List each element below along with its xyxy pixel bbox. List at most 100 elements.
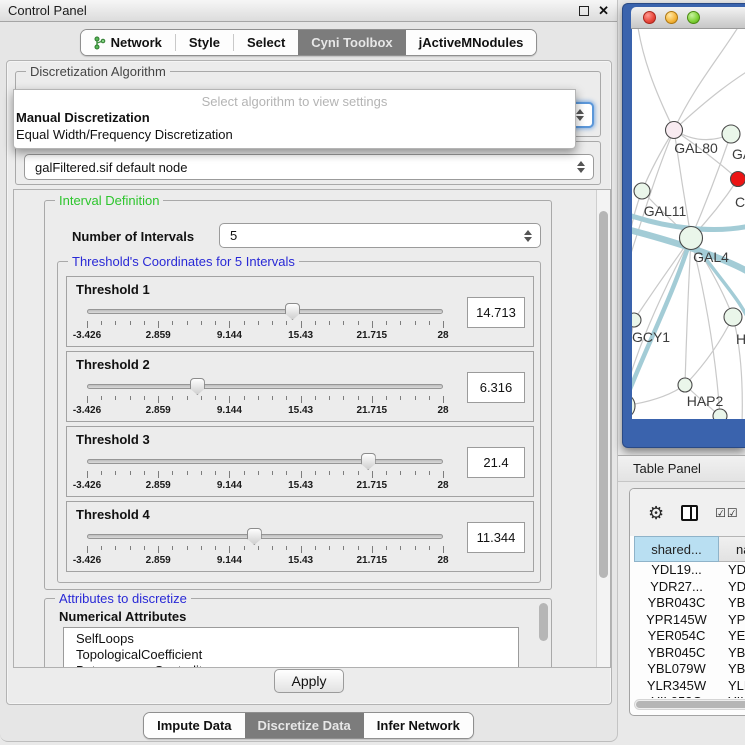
tab-cyni-toolbox[interactable]: Cyni Toolbox	[298, 30, 405, 55]
network-node-gal80[interactable]	[666, 122, 683, 139]
column-layout-icon[interactable]	[681, 505, 698, 521]
slider-track[interactable]	[87, 459, 443, 464]
slider-thumb[interactable]	[285, 303, 300, 320]
table-cell[interactable]: YDL19...	[634, 562, 719, 579]
table-row[interactable]: YDR27...YDR2	[634, 579, 745, 596]
dropdown-item-manual-discretization[interactable]: Manual Discretization	[14, 109, 575, 126]
table-cell[interactable]: YLR345W	[634, 678, 719, 695]
tab-infer-network[interactable]: Infer Network	[364, 713, 473, 738]
gear-icon[interactable]: ⚙	[648, 504, 664, 522]
attribute-list-item[interactable]: BetweennessCentrality	[76, 663, 518, 668]
network-canvas[interactable]: GCY1HAHAP2GAL4GAL11GACGAL80	[632, 29, 745, 419]
float-window-icon[interactable]	[579, 6, 589, 16]
select-columns-icon[interactable]: ☑☑	[715, 506, 739, 520]
network-node-ga[interactable]	[722, 125, 740, 143]
network-node-gal11[interactable]	[634, 183, 650, 199]
slider-track[interactable]	[87, 309, 443, 314]
slider-thumb[interactable]	[361, 453, 376, 470]
table-row[interactable]: YDL19...YDL1	[634, 562, 745, 579]
table-cell[interactable]: YPR145W	[634, 612, 719, 629]
tick-mark	[158, 321, 159, 328]
table-horizontal-scrollbar[interactable]	[634, 699, 745, 710]
network-node-hap2[interactable]	[678, 378, 692, 392]
numerical-attributes-list[interactable]: SelfLoopsTopologicalCoefficientBetweenne…	[63, 627, 519, 668]
zoom-traffic-light-icon[interactable]	[687, 11, 700, 24]
table-cell[interactable]: YBL079W	[634, 661, 719, 678]
slider-track[interactable]	[87, 384, 443, 389]
dropdown-placeholder-item[interactable]: Select algorithm to view settings	[14, 90, 575, 109]
table-row[interactable]: YBR045CYBR0	[634, 645, 745, 662]
threshold-value-field[interactable]: 11.344	[467, 522, 525, 553]
tick-mark	[443, 471, 444, 478]
network-edge[interactable]	[632, 191, 642, 319]
threshold-value-field[interactable]: 14.713	[467, 297, 525, 328]
table-cell[interactable]: YER0	[719, 628, 745, 645]
table-data-combobox[interactable]: galFiltered.sif default node	[24, 154, 594, 180]
attribute-list-item[interactable]: TopologicalCoefficient	[76, 647, 518, 663]
threshold-value-field[interactable]: 21.4	[467, 447, 525, 478]
network-edge[interactable]	[685, 317, 733, 385]
slider-thumb[interactable]	[247, 528, 262, 545]
threshold-label: Threshold 4	[76, 507, 150, 522]
network-edge[interactable]	[685, 238, 691, 385]
threshold-value-field[interactable]: 6.316	[467, 372, 525, 403]
tab-style[interactable]: Style	[176, 30, 233, 55]
network-node-c[interactable]	[731, 172, 745, 187]
table-row[interactable]: YBR043CYBR0	[634, 595, 745, 612]
num-intervals-combobox[interactable]: 5	[219, 223, 541, 248]
threshold-1-slider[interactable]: -3.4262.8599.14415.4321.71528	[87, 301, 443, 345]
network-edge[interactable]	[674, 29, 742, 130]
apply-button[interactable]: Apply	[274, 669, 343, 693]
table-cell[interactable]: YBR0	[719, 595, 745, 612]
close-icon[interactable]: ✕	[598, 6, 609, 16]
tab-select[interactable]: Select	[234, 30, 298, 55]
slider-thumb[interactable]	[190, 378, 205, 395]
table-row[interactable]: YER054CYER0	[634, 628, 745, 645]
scrollbar-thumb[interactable]	[599, 211, 608, 578]
table-cell[interactable]: YIL052C	[634, 694, 719, 698]
network-edge[interactable]	[637, 29, 674, 130]
table-cell[interactable]: YLR3	[719, 678, 745, 695]
network-node-gal4[interactable]	[680, 227, 703, 250]
threshold-2-slider[interactable]: -3.4262.8599.14415.4321.71528	[87, 376, 443, 420]
table-row[interactable]: YPR145WYPR1	[634, 612, 745, 629]
network-node[interactable]	[632, 393, 635, 419]
column-header-shared-name[interactable]: shared...	[634, 536, 719, 562]
network-node[interactable]	[713, 409, 727, 419]
tab-network[interactable]: Network	[81, 30, 175, 55]
scrollbar-thumb[interactable]	[636, 701, 745, 708]
tab-impute-data[interactable]: Impute Data	[144, 713, 244, 738]
tab-discretize-data[interactable]: Discretize Data	[245, 713, 364, 738]
attribute-list-item[interactable]: SelfLoops	[76, 631, 518, 647]
tab-jactivemnodules[interactable]: jActiveMNodules	[406, 30, 537, 55]
combo-arrows-icon	[524, 230, 532, 242]
slider-track[interactable]	[87, 534, 443, 539]
table-cell[interactable]: YBL0	[719, 661, 745, 678]
network-edge[interactable]	[642, 130, 674, 191]
table-cell[interactable]: YPR1	[719, 612, 745, 629]
network-edge[interactable]	[632, 385, 685, 406]
threshold-3-slider[interactable]: -3.4262.8599.14415.4321.71528	[87, 451, 443, 495]
table-cell[interactable]: YDR2	[719, 579, 745, 596]
column-header-name[interactable]: na	[719, 536, 745, 562]
close-traffic-light-icon[interactable]	[643, 11, 656, 24]
table-cell[interactable]: YER054C	[634, 628, 719, 645]
table-row[interactable]: YBL079WYBL0	[634, 661, 745, 678]
network-edge[interactable]	[674, 67, 745, 130]
dropdown-item-equal-width[interactable]: Equal Width/Frequency Discretization	[14, 126, 575, 143]
table-cell[interactable]: YBR0	[719, 645, 745, 662]
table-cell[interactable]: YDR27...	[634, 579, 719, 596]
threshold-4-slider[interactable]: -3.4262.8599.14415.4321.71528	[87, 526, 443, 570]
minimize-traffic-light-icon[interactable]	[665, 11, 678, 24]
attributes-list-scrollbar[interactable]	[539, 603, 548, 641]
table-row[interactable]: YLR345WYLR3	[634, 678, 745, 695]
network-node-gcy1[interactable]	[632, 313, 641, 327]
table-cell[interactable]: YDL1	[719, 562, 745, 579]
table-cell[interactable]: YIL0	[719, 694, 745, 698]
table-cell[interactable]: YBR043C	[634, 595, 719, 612]
network-node-ha[interactable]	[724, 308, 742, 326]
table-cell[interactable]: YBR045C	[634, 645, 719, 662]
table-row[interactable]: YIL052CYIL0	[634, 694, 745, 698]
tick-mark	[358, 321, 359, 325]
settings-vertical-scrollbar[interactable]	[596, 190, 610, 667]
